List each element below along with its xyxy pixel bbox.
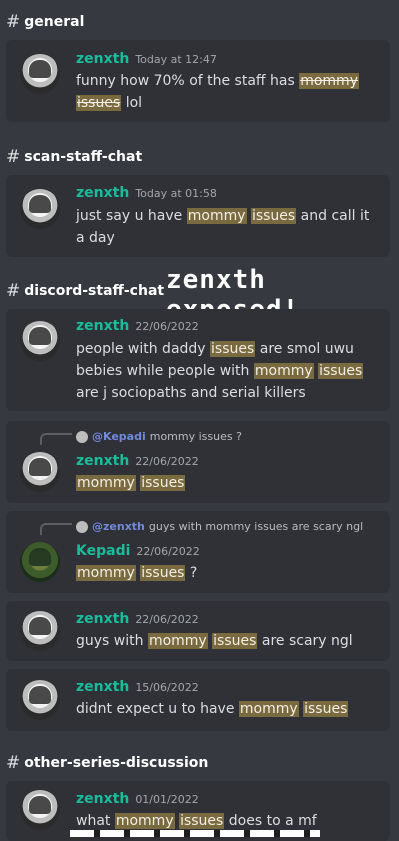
message[interactable]: zenxth 22/06/2022 people with daddy issue… [6,309,390,411]
hashtag-icon: # [6,12,21,32]
channel-header-other-series-discussion[interactable]: # other-series-discussion [6,753,208,773]
message[interactable]: zenxth 15/06/2022 didnt expect u to have … [6,669,390,731]
timestamp: 22/06/2022 [135,455,199,468]
reply-connector [40,433,72,445]
message-text: what mommy issues does to a mf [76,813,317,829]
reply-preview[interactable]: @Kepadi mommy issues ? [76,430,242,443]
author-name[interactable]: zenxth 22/06/2022 [76,611,199,627]
message-text: just say u have mommy issues and call it… [76,208,370,246]
hashtag-icon: # [6,147,21,167]
message[interactable]: zenxth Today at 12:47 funny how 70% of th… [6,40,390,122]
timestamp: 22/06/2022 [135,320,199,333]
message-text: mommy issues [76,475,186,491]
hashtag-icon: # [6,281,21,301]
avatar[interactable] [20,680,60,720]
channel-name: general [24,14,85,30]
avatar [76,430,88,443]
message-reply[interactable]: @Kepadi mommy issues ? zenxth 22/06/2022 … [6,421,390,503]
author-name[interactable]: zenxth 01/01/2022 [76,791,199,807]
author-name[interactable]: zenxth 22/06/2022 [76,318,199,334]
message[interactable]: zenxth 22/06/2022 guys with mommy issues … [6,601,390,661]
channel-header-scan-staff-chat[interactable]: # scan-staff-chat [6,147,142,167]
message-text: mommy issues ? [76,565,198,581]
author-name[interactable]: zenxth 15/06/2022 [76,679,199,695]
author-name[interactable]: zenxth Today at 12:47 [76,51,217,67]
timestamp: 22/06/2022 [135,613,199,626]
reply-connector [40,523,72,535]
timestamp: Today at 12:47 [135,53,217,66]
avatar[interactable] [20,54,60,94]
message-text: didnt expect u to have mommy issues [76,701,349,717]
message-text: guys with mommy issues are scary ngl [76,633,353,649]
hashtag-icon: # [6,753,21,773]
message[interactable]: zenxth Today at 01:58 just say u have mom… [6,175,390,257]
channel-name: other-series-discussion [24,755,209,771]
channel-header-general[interactable]: # general [6,12,84,32]
message-reply[interactable]: @zenxth guys with mommy issues are scary… [6,511,390,593]
author-name[interactable]: zenxth Today at 01:58 [76,185,217,201]
avatar[interactable] [20,452,60,492]
author-name[interactable]: zenxth 22/06/2022 [76,453,199,469]
timestamp: 15/06/2022 [135,681,199,694]
channel-header-discord-staff-chat[interactable]: # discord-staff-chat [6,281,164,301]
timestamp: Today at 01:58 [135,187,217,200]
message-text: funny how 70% of the staff has mommy iss… [76,73,359,111]
image-attachment-preview[interactable] [70,830,320,837]
channel-name: discord-staff-chat [24,283,165,299]
timestamp: 22/06/2022 [136,545,200,558]
avatar[interactable] [20,542,60,582]
avatar[interactable] [20,189,60,229]
avatar[interactable] [20,321,60,361]
avatar [76,520,88,533]
reply-preview[interactable]: @zenxth guys with mommy issues are scary… [76,520,363,533]
timestamp: 01/01/2022 [135,793,199,806]
avatar[interactable] [20,790,60,830]
message-text: people with daddy issues are smol uwu be… [76,341,364,401]
channel-name: scan-staff-chat [24,149,143,165]
author-name[interactable]: Kepadi 22/06/2022 [76,543,200,559]
avatar[interactable] [20,611,60,651]
